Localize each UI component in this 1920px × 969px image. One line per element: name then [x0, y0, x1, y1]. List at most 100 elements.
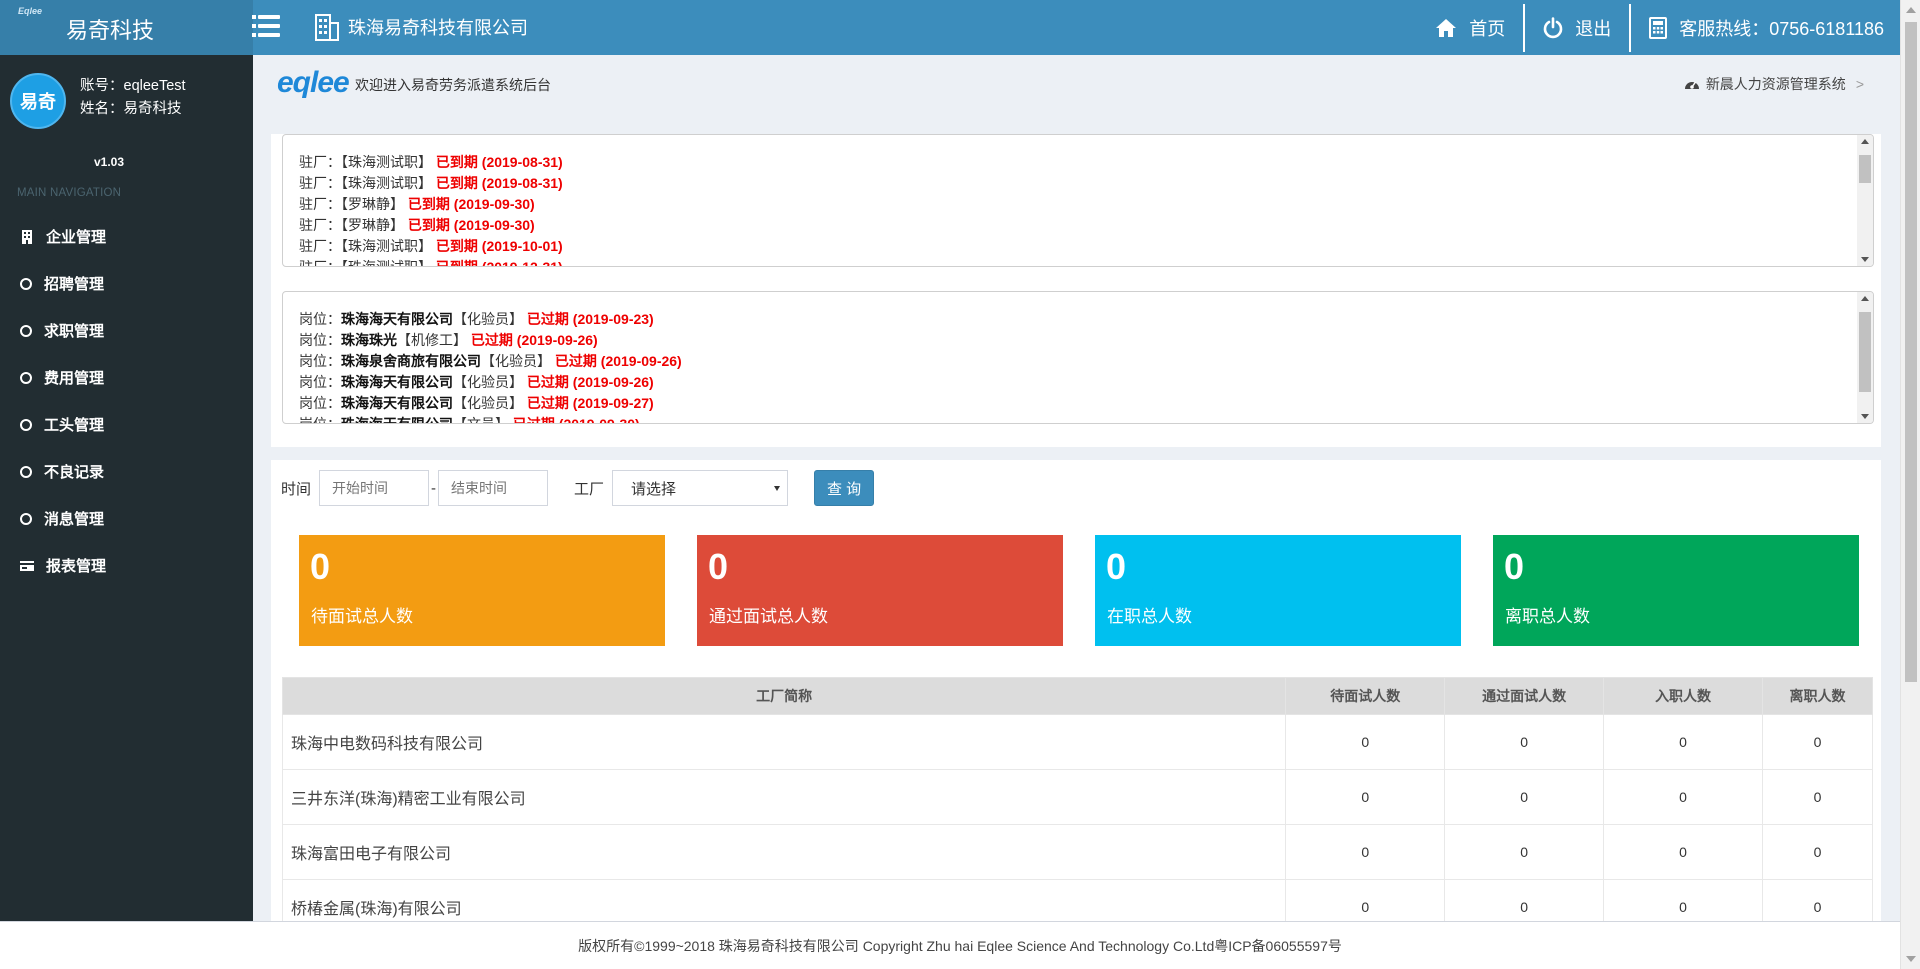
sidebar-item-job-seekers[interactable]: 求职管理	[0, 307, 253, 354]
list-item: 驻厂：【珠海测试职】 已到期 (2019-08-31)	[299, 152, 563, 173]
expiry-status: 已到期 (2019-09-30)	[407, 217, 535, 233]
scroll-up-arrow-icon[interactable]	[1906, 7, 1916, 13]
notice-prefix: 岗位：	[299, 311, 341, 327]
factory-name-cell: 三井东洋(珠海)精密工业有限公司	[281, 769, 1287, 825]
table-row: 桥椿金属(珠海)有限公司 0 0 0 0	[281, 879, 1873, 921]
scroll-down-arrow-icon[interactable]	[1906, 956, 1916, 962]
notice-name: 【珠海测试职】	[341, 175, 436, 191]
table-header-row: 工厂简称 待面试人数 通过面试人数 入职人数 离职人数	[281, 677, 1873, 715]
stat-resigned: 0 离职总人数	[1493, 535, 1859, 646]
table-cell: 0	[1285, 879, 1446, 921]
sidebar-item-label: 消息管理	[44, 511, 105, 528]
sidebar-item-messages[interactable]: 消息管理	[0, 495, 253, 542]
stat-value: 0	[1504, 546, 1525, 587]
notice-panel: 驻厂：【珠海测试职】 已到期 (2019-08-31) 驻厂：【珠海测试职】 已到…	[271, 134, 1881, 447]
stat-label: 通过面试总人数	[709, 607, 828, 626]
factory-expiry-notices[interactable]: 驻厂：【珠海测试职】 已到期 (2019-08-31) 驻厂：【珠海测试职】 已到…	[282, 134, 1874, 267]
stat-value: 0	[1106, 546, 1127, 587]
notice-prefix: 驻厂：	[299, 175, 341, 191]
notice-company: 珠海泉舍商旅有限公司	[341, 353, 481, 369]
table-row: 珠海中电数码科技有限公司 0 0 0 0	[281, 714, 1873, 770]
column-header: 工厂简称	[281, 677, 1287, 715]
page-scrollbar[interactable]	[1900, 0, 1920, 969]
hotline: 客服热线：0756-6181186	[1631, 0, 1900, 55]
sidebar-item-fees[interactable]: 费用管理	[0, 354, 253, 401]
table-cell: 0	[1762, 769, 1873, 825]
footer: 版权所有©1999~2018 珠海易奇科技有限公司 Copyright Zhu …	[0, 921, 1900, 969]
notice-role: 【化验员】	[481, 353, 555, 369]
chevron-down-icon	[774, 486, 781, 491]
scroll-up-arrow-icon[interactable]	[1861, 139, 1869, 144]
sidebar-item-foremen[interactable]: 工头管理	[0, 401, 253, 448]
sidebar-item-reports[interactable]: 报表管理	[0, 542, 253, 589]
sidebar: 易奇 账号：eqleeTest 姓名：易奇科技 v1.03 MAIN NAVIG…	[0, 55, 253, 921]
start-time-input[interactable]	[319, 470, 430, 506]
stat-label: 待面试总人数	[311, 607, 413, 626]
expiry-status: 已过期 (2019-09-23)	[526, 311, 654, 327]
breadcrumb[interactable]: 新晨人力资源管理系统 >	[1684, 74, 1864, 94]
position-expiry-notices[interactable]: 岗位：珠海海天有限公司【化验员】 已过期 (2019-09-23) 岗位：珠海珠光…	[282, 291, 1874, 424]
circle-icon	[20, 371, 32, 384]
scroll-up-arrow-icon[interactable]	[1861, 296, 1869, 301]
table-cell: 0	[1762, 824, 1873, 880]
logo-mini: Eqlee	[18, 6, 43, 16]
notice-prefix: 岗位：	[299, 374, 341, 390]
notice-name: 【罗琳静】	[341, 196, 408, 212]
dashboard-icon	[1684, 81, 1699, 89]
hotline-text: 客服热线：0756-6181186	[1679, 18, 1884, 39]
list-item: 岗位：珠海珠光【机修工】 已过期 (2019-09-26)	[299, 330, 682, 351]
sidebar-item-label: 工头管理	[44, 417, 105, 434]
circle-icon	[20, 277, 32, 290]
logo[interactable]: Eqlee 易奇科技	[0, 0, 253, 55]
notice-prefix: 驻厂：	[299, 238, 341, 254]
query-button[interactable]: 查 询	[814, 470, 875, 506]
scrollbar-thumb[interactable]	[1905, 22, 1917, 682]
company-name: 珠海易奇科技有限公司	[348, 18, 528, 38]
logout-label: 退出	[1575, 18, 1612, 39]
stat-value: 0	[708, 546, 729, 587]
company-title: 珠海易奇科技有限公司	[314, 11, 528, 43]
power-icon	[1543, 16, 1563, 38]
notice-name: 【珠海测试职】	[341, 259, 436, 267]
content-header: eqlee 欢迎进入易奇劳务派遣系统后台 新晨人力资源管理系统 >	[253, 55, 1900, 123]
list-item: 岗位：珠海海天有限公司【文员】 已过期 (2019-09-30)	[299, 414, 682, 424]
end-time-input[interactable]	[438, 470, 549, 506]
notice-scrollbar[interactable]	[1857, 135, 1873, 266]
top-header: Eqlee 易奇科技 珠海易奇科技有限公司 首页 退出 客服热线：0756-61…	[0, 0, 1900, 55]
card-icon	[20, 560, 34, 571]
factory-select-value: 请选择	[631, 480, 677, 498]
menu-toggle-icon[interactable]	[252, 12, 284, 42]
home-link[interactable]: 首页	[1417, 0, 1523, 55]
scrollbar-thumb[interactable]	[1859, 155, 1871, 183]
logout-link[interactable]: 退出	[1525, 0, 1629, 55]
breadcrumb-label: 新晨人力资源管理系统	[1705, 76, 1846, 92]
factory-notice-list: 驻厂：【珠海测试职】 已到期 (2019-08-31) 驻厂：【珠海测试职】 已到…	[299, 152, 563, 267]
notice-prefix: 驻厂：	[299, 154, 341, 170]
table-cell: 0	[1603, 879, 1764, 921]
sidebar-item-bad-records[interactable]: 不良记录	[0, 448, 253, 495]
filter-bar: 时间 - 工厂 请选择 查 询	[281, 470, 875, 506]
scroll-down-arrow-icon[interactable]	[1861, 257, 1869, 262]
brand-logo: eqlee	[277, 66, 350, 99]
notice-prefix: 岗位：	[299, 416, 341, 424]
circle-icon	[20, 465, 32, 478]
factory-name-cell: 珠海富田电子有限公司	[281, 824, 1287, 880]
notice-company: 珠海海天有限公司	[341, 416, 453, 424]
table-cell: 0	[1603, 714, 1764, 770]
home-icon	[1436, 18, 1457, 37]
scroll-down-arrow-icon[interactable]	[1861, 414, 1869, 419]
sidebar-item-recruitment[interactable]: 招聘管理	[0, 260, 253, 307]
column-header: 离职人数	[1762, 677, 1873, 715]
scrollbar-thumb[interactable]	[1859, 312, 1871, 392]
sidebar-item-label: 费用管理	[44, 370, 105, 387]
notice-scrollbar[interactable]	[1857, 292, 1873, 423]
sidebar-item-label: 不良记录	[44, 464, 105, 481]
stat-pending-interview: 0 待面试总人数	[299, 535, 665, 646]
statistics-panel: 时间 - 工厂 请选择 查 询 0 待面试总人数 0 通过面试总人数 0 在职总…	[271, 460, 1881, 921]
circle-icon	[20, 324, 32, 337]
factory-select[interactable]: 请选择	[612, 470, 789, 506]
nav-header: MAIN NAVIGATION	[17, 187, 122, 199]
time-label: 时间	[281, 480, 312, 498]
sidebar-item-enterprise[interactable]: 企业管理	[0, 213, 253, 260]
notice-prefix: 驻厂：	[299, 259, 341, 267]
